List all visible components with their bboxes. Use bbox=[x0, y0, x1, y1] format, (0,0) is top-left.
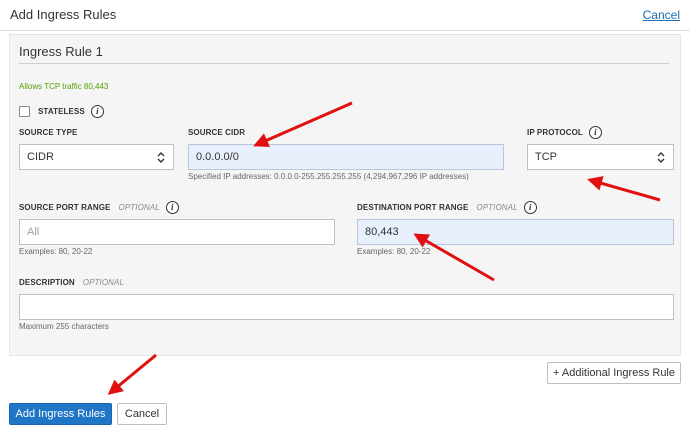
stateless-checkbox[interactable] bbox=[19, 105, 30, 117]
source-cidr-value: 0.0.0.0/0 bbox=[196, 151, 239, 163]
destination-port-range-label: DESTINATION PORT RANGE OPTIONAL i bbox=[357, 200, 537, 214]
source-port-range-placeholder: All bbox=[27, 226, 40, 238]
destination-port-range-label-text: DESTINATION PORT RANGE bbox=[357, 202, 469, 212]
source-cidr-label-text: SOURCE CIDR bbox=[188, 127, 246, 137]
source-cidr-label: SOURCE CIDR bbox=[188, 125, 245, 139]
ip-protocol-value: TCP bbox=[535, 151, 557, 163]
ip-protocol-label-text: IP PROTOCOL bbox=[527, 127, 583, 137]
info-icon[interactable]: i bbox=[165, 200, 179, 214]
description-input[interactable] bbox=[19, 294, 674, 320]
destination-port-range-help: Examples: 80, 20-22 bbox=[357, 247, 431, 256]
additional-ingress-rule-button[interactable]: + Additional Ingress Rule bbox=[547, 362, 681, 384]
source-type-label: SOURCE TYPE bbox=[19, 125, 77, 139]
annotation-arrow-add-button bbox=[107, 353, 157, 395]
description-help: Maximum 255 characters bbox=[19, 322, 109, 331]
ingress-rule-panel: Ingress Rule 1 Allows TCP traffic 80,443… bbox=[9, 34, 681, 356]
optional-tag: OPTIONAL bbox=[82, 277, 125, 287]
info-icon[interactable]: i bbox=[90, 104, 104, 118]
dialog-header: Add Ingress Rules Cancel bbox=[0, 0, 690, 31]
source-port-range-label: SOURCE PORT RANGE OPTIONAL i bbox=[19, 200, 179, 214]
source-port-range-label-text: SOURCE PORT RANGE bbox=[19, 202, 111, 212]
description-label-text: DESCRIPTION bbox=[19, 277, 75, 287]
rule-divider bbox=[19, 63, 669, 64]
source-port-range-input[interactable]: All bbox=[19, 219, 335, 245]
cancel-button[interactable]: Cancel bbox=[117, 403, 167, 425]
cancel-link[interactable]: Cancel bbox=[643, 8, 680, 22]
ip-protocol-label: IP PROTOCOL i bbox=[527, 125, 602, 139]
select-arrows-icon bbox=[157, 151, 165, 164]
source-type-label-text: SOURCE TYPE bbox=[19, 127, 78, 137]
info-icon[interactable]: i bbox=[523, 200, 537, 214]
rule-title: Ingress Rule 1 bbox=[19, 44, 103, 59]
source-cidr-input[interactable]: 0.0.0.0/0 bbox=[188, 144, 504, 170]
ip-protocol-select[interactable]: TCP bbox=[527, 144, 674, 170]
destination-port-range-input[interactable]: 80,443 bbox=[357, 219, 674, 245]
select-arrows-icon bbox=[657, 151, 665, 164]
rule-hint: Allows TCP traffic 80,443 bbox=[19, 82, 109, 91]
destination-port-range-value: 80,443 bbox=[365, 226, 399, 238]
optional-tag: OPTIONAL bbox=[118, 202, 160, 212]
source-cidr-help: Specified IP addresses: 0.0.0.0-255.255.… bbox=[188, 172, 469, 181]
optional-tag: OPTIONAL bbox=[476, 202, 518, 212]
description-label: DESCRIPTION OPTIONAL bbox=[19, 275, 124, 289]
source-type-select[interactable]: CIDR bbox=[19, 144, 174, 170]
add-ingress-rules-button[interactable]: Add Ingress Rules bbox=[9, 403, 112, 425]
source-type-value: CIDR bbox=[27, 151, 54, 163]
stateless-label: STATELESS bbox=[38, 106, 85, 116]
stateless-option: STATELESS i bbox=[19, 103, 104, 119]
info-icon[interactable]: i bbox=[588, 125, 602, 139]
source-port-range-help: Examples: 80, 20-22 bbox=[19, 247, 93, 256]
dialog-title: Add Ingress Rules bbox=[10, 7, 117, 22]
